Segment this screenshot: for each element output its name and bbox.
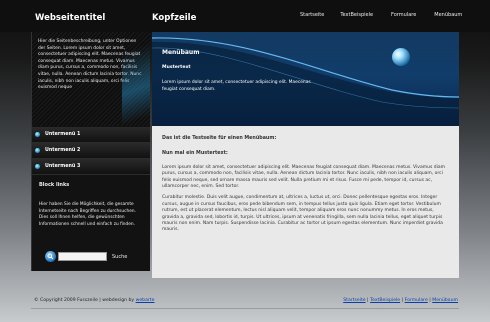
footer: © Copyright 2009 Fusszeile | webdesign b… (31, 292, 459, 314)
sidebar-item-label: Untermenü 2 (45, 148, 81, 153)
main-subheading: Nun mal ein Mustertext: (162, 151, 228, 157)
sidebar-item-untermenu-2[interactable]: Untermenü 2 (32, 143, 150, 159)
header-title: Kopfzeile (152, 13, 197, 23)
sidebar-item-label: Untermenü 3 (45, 164, 81, 169)
copyright: © Copyright 2009 Fusszeile | webdesign b… (34, 298, 154, 303)
credit-link[interactable]: webarte (136, 298, 155, 303)
main-paragraph-2: Curabitur molestie. Duis velit augue, co… (162, 195, 443, 233)
sidebar-item-label: Untermenü 1 (45, 132, 81, 137)
search-icon[interactable] (45, 251, 56, 262)
footer-link-menubaum[interactable]: Menübaum (432, 298, 458, 303)
block-title: Block links (39, 182, 70, 188)
sidebar-block: Block links Hier haben Sie die Möglichke… (32, 175, 150, 229)
main-content: Das ist die Testseite für einen Menübaum… (152, 126, 459, 278)
nav-item-formulare[interactable]: Formulare (391, 12, 416, 18)
footer-links: Startseite | TextBeispiele | Formulare |… (343, 298, 458, 303)
banner-wave-graphic (152, 32, 459, 126)
main-heading: Das ist die Testseite für einen Menübaum… (162, 136, 277, 141)
content-area: Menübaum Mustertext Lorem ipsum dolor si… (152, 32, 459, 278)
banner-title: Menübaum (162, 49, 200, 56)
sidebar-item-untermenu-3[interactable]: Untermenü 3 (32, 159, 150, 175)
site-title: Webseitentitel (35, 13, 106, 23)
sidebar: Hier die Seitenbeschreibung, unter Optio… (31, 32, 150, 271)
top-navigation: Startseite TextBeispiele Formulare Menüb… (300, 12, 482, 18)
bullet-icon (35, 148, 40, 153)
footer-link-startseite[interactable]: Startseite (343, 298, 365, 303)
search-label: Suche (112, 253, 128, 260)
banner-text: Lorem ipsum dolor sit amet, consectetuer… (162, 80, 311, 92)
sidebar-menu: Untermenü 1 Untermenü 2 Untermenü 3 (32, 127, 150, 175)
copyright-text: © Copyright 2009 Fusszeile | webdesign b… (34, 298, 135, 303)
sidebar-description: Hier die Seitenbeschreibung, unter Optio… (32, 32, 150, 126)
main-paragraph-1: Lorem ipsum dolor sit amet, consectetuer… (162, 164, 445, 190)
footer-link-formulare[interactable]: Formulare (405, 298, 428, 303)
banner: Menübaum Mustertext Lorem ipsum dolor si… (152, 32, 459, 126)
banner-subtitle: Mustertext (162, 65, 191, 70)
nav-item-menubaum[interactable]: Menübaum (434, 12, 462, 18)
sidebar-item-untermenu-1[interactable]: Untermenü 1 (32, 127, 150, 143)
bullet-icon (35, 132, 40, 137)
top-bar: Webseitentitel Kopfzeile Startseite Text… (0, 0, 490, 32)
bullet-icon (35, 164, 40, 169)
footer-divider (31, 308, 459, 309)
block-text: Hier haben Sie die Möglichkeit, die gesa… (39, 202, 136, 228)
search-row: Suche (45, 251, 127, 262)
search-input[interactable] (58, 252, 107, 261)
nav-item-textbeispiele[interactable]: TextBeispiele (340, 12, 373, 18)
nav-item-startseite[interactable]: Startseite (300, 12, 324, 18)
footer-link-textbeispiele[interactable]: TextBeispiele (370, 298, 400, 303)
